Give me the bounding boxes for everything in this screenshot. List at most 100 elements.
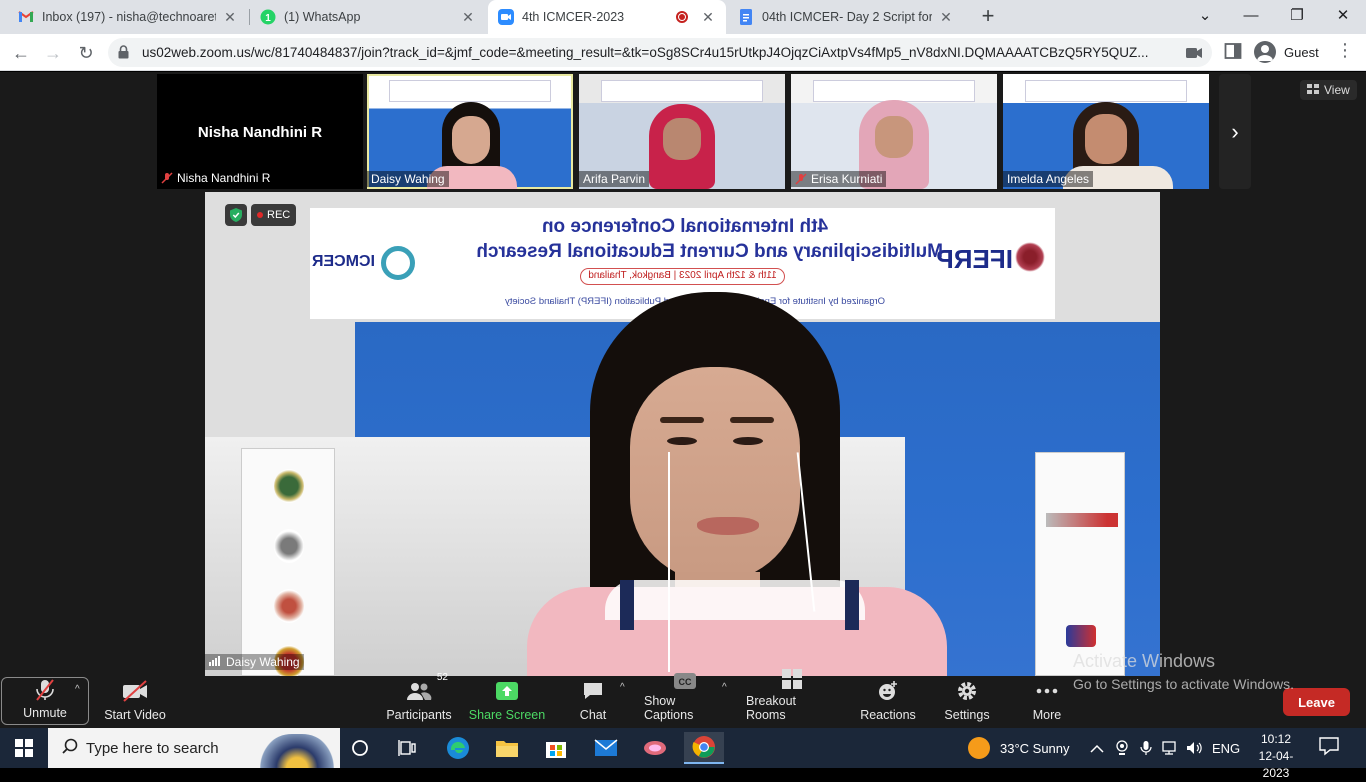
- weather-widget[interactable]: 33°C Sunny: [968, 728, 1070, 768]
- chat-button[interactable]: Chat: [570, 678, 616, 726]
- lock-icon[interactable]: [118, 45, 129, 64]
- participants-button[interactable]: 52 Participants: [385, 672, 453, 726]
- file-explorer-icon[interactable]: [487, 732, 527, 764]
- activate-windows-subtitle: Go to Settings to activate Windows.: [1073, 676, 1294, 692]
- more-dots-icon: [1036, 678, 1058, 704]
- back-icon[interactable]: ←: [8, 40, 34, 66]
- forward-icon[interactable]: →: [40, 40, 66, 66]
- left-standee: [241, 448, 335, 676]
- close-tab-icon[interactable]: ✕: [460, 9, 476, 26]
- tab-label: 04th ICMCER- Day 2 Script for M: [762, 10, 932, 24]
- windows-start-icon[interactable]: [0, 728, 48, 768]
- profile-button[interactable]: Guest: [1254, 39, 1319, 65]
- breakout-rooms-button[interactable]: Breakout Rooms: [746, 669, 838, 726]
- emblem-logo: [274, 589, 304, 623]
- tab-label: 4th ICMCER-2023: [522, 10, 625, 24]
- close-tab-icon[interactable]: ✕: [700, 9, 716, 26]
- address-bar-row: ← → ↻ us02web.zoom.us/wc/81740484837/joi…: [0, 34, 1366, 71]
- icmcer-logo-text: ICMCER: [311, 253, 375, 270]
- microphone-tray-icon[interactable]: [1140, 728, 1152, 768]
- show-captions-label: Show Captions: [644, 694, 694, 722]
- video-off-icon: [121, 678, 149, 704]
- tab-docs[interactable]: 04th ICMCER- Day 2 Script for M ✕: [728, 0, 964, 34]
- audio-options-caret[interactable]: ^: [75, 684, 80, 695]
- search-highlight-image: [258, 734, 336, 768]
- share-screen-button[interactable]: Share Screen: [468, 678, 546, 726]
- tab-zoom[interactable]: 4th ICMCER-2023 ✕: [488, 0, 726, 34]
- svg-text:CC: CC: [679, 677, 692, 687]
- participant-tile[interactable]: Arifa Parvin: [579, 74, 785, 189]
- person-mouth: [697, 517, 759, 535]
- side-panel-icon[interactable]: [1224, 42, 1244, 62]
- active-speaker-video[interactable]: IFERP 4th International Conference on Mu…: [205, 192, 1160, 676]
- browser-menu-icon[interactable]: ⋮: [1336, 40, 1354, 61]
- reactions-icon: [877, 678, 899, 704]
- tab-search-icon[interactable]: ⌄: [1182, 0, 1228, 30]
- security-shield-icon[interactable]: [225, 204, 247, 226]
- unmute-label: Unmute: [23, 706, 67, 720]
- taskbar-search-input[interactable]: Type here to search: [48, 728, 340, 768]
- close-tab-icon[interactable]: ✕: [222, 9, 238, 26]
- more-label: More: [1032, 708, 1062, 722]
- chat-options-caret[interactable]: ^: [620, 682, 625, 693]
- edge-icon[interactable]: [438, 732, 478, 764]
- participant-tile[interactable]: Erisa Kurniati: [791, 74, 997, 189]
- leave-button[interactable]: Leave: [1283, 688, 1350, 716]
- url-text: us02web.zoom.us/wc/81740484837/join?trac…: [142, 45, 1149, 60]
- captions-options-caret[interactable]: ^: [722, 682, 727, 693]
- url-field[interactable]: us02web.zoom.us/wc/81740484837/join?trac…: [108, 38, 1212, 67]
- person-brow: [660, 417, 704, 423]
- show-captions-button[interactable]: CC Show Captions: [644, 673, 726, 726]
- notification-center-icon[interactable]: [1318, 736, 1348, 760]
- weather-text: 33°C Sunny: [1000, 740, 1070, 756]
- browser-tab-bar: Inbox (197) - nisha@technoarete ✕ 1 (1) …: [0, 0, 1366, 34]
- muted-mic-icon: [34, 678, 56, 702]
- reactions-button[interactable]: Reactions: [858, 678, 918, 726]
- chrome-icon[interactable]: [684, 732, 724, 764]
- settings-button[interactable]: Settings: [940, 678, 994, 726]
- active-speaker-name-tag: Daisy Wahing: [205, 654, 304, 670]
- chat-icon: [582, 678, 604, 704]
- store-icon[interactable]: [536, 732, 576, 764]
- camera-blocked-icon[interactable]: [1186, 46, 1202, 64]
- snipping-tool-icon[interactable]: [635, 732, 675, 764]
- close-window-icon[interactable]: ✕: [1320, 0, 1366, 30]
- participant-tile[interactable]: Imelda Angeles: [1003, 74, 1209, 189]
- participants-count: 52: [436, 672, 448, 683]
- participant-name: Imelda Angeles: [1007, 172, 1090, 186]
- collar-stripe: [845, 580, 859, 630]
- webcam-tray-icon[interactable]: [1115, 728, 1129, 768]
- muted-mic-icon: [795, 173, 807, 185]
- volume-icon[interactable]: [1186, 728, 1204, 768]
- tab-label: (1) WhatsApp: [284, 10, 361, 24]
- close-tab-icon[interactable]: ✕: [938, 9, 954, 26]
- person-face-thumb: [1085, 114, 1127, 164]
- participant-name-tag: Daisy Wahing: [367, 171, 449, 187]
- view-button[interactable]: View: [1300, 80, 1357, 100]
- tab-gmail[interactable]: Inbox (197) - nisha@technoarete ✕: [8, 0, 248, 34]
- tab-label: Inbox (197) - nisha@technoarete: [42, 10, 216, 24]
- more-button[interactable]: More: [1022, 678, 1072, 726]
- language-indicator[interactable]: ENG: [1212, 728, 1240, 768]
- network-icon[interactable]: [1162, 728, 1180, 768]
- mail-icon[interactable]: [586, 732, 626, 764]
- banner-thumbnail: [1025, 80, 1187, 102]
- system-clock[interactable]: 10:12 12-04-2023: [1246, 731, 1306, 782]
- view-label: View: [1324, 83, 1350, 97]
- captions-icon: CC: [673, 672, 697, 690]
- cortana-icon[interactable]: [340, 732, 380, 764]
- banner-thumbnail: [389, 80, 551, 102]
- rec-label-box: REC: [251, 204, 297, 226]
- minimize-icon[interactable]: —: [1228, 0, 1274, 30]
- zoom-icon: [498, 9, 514, 25]
- start-video-button[interactable]: Start Video: [100, 678, 170, 726]
- participant-tile[interactable]: Daisy Wahing: [367, 74, 573, 189]
- reload-icon[interactable]: ↻: [73, 40, 99, 66]
- tab-whatsapp[interactable]: 1 (1) WhatsApp ✕: [250, 0, 486, 34]
- task-view-icon[interactable]: [388, 732, 428, 764]
- person-eye: [733, 437, 763, 445]
- new-tab-button[interactable]: +: [976, 5, 1000, 29]
- show-hidden-icons[interactable]: [1090, 728, 1104, 768]
- next-page-arrow[interactable]: ›: [1219, 74, 1251, 189]
- restore-icon[interactable]: ❐: [1274, 0, 1320, 30]
